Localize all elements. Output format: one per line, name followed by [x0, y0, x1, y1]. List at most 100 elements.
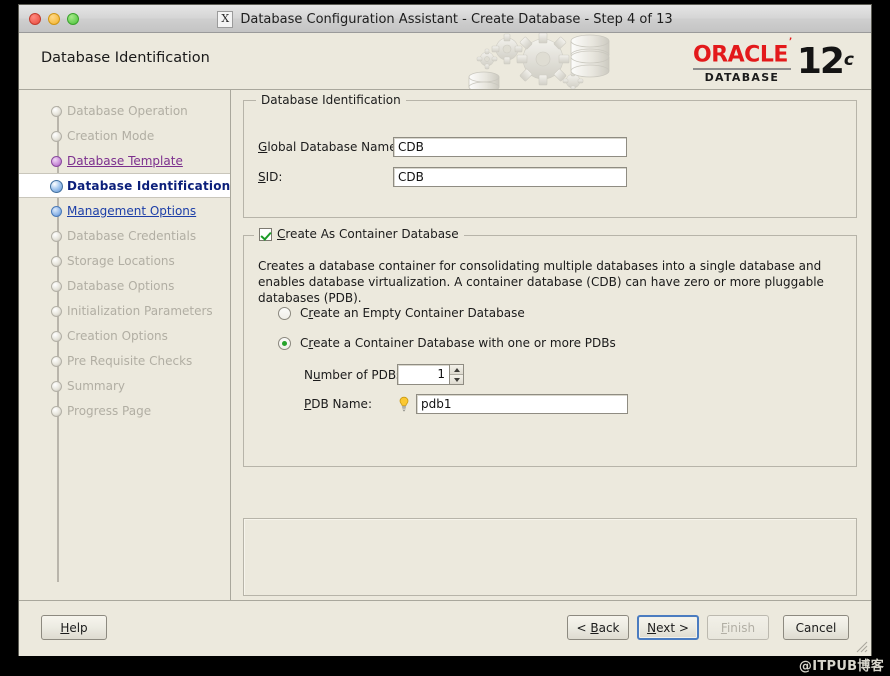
x-window-icon: X	[217, 10, 234, 28]
step-dot-icon	[51, 280, 62, 292]
content-area: Database Operation Creation Mode Databas…	[19, 90, 871, 600]
step-dot-icon	[51, 230, 62, 242]
sidebar-item-label: Summary	[67, 378, 125, 393]
help-button[interactable]: Help	[41, 615, 107, 640]
back-button[interactable]: < Back	[567, 615, 629, 640]
next-button[interactable]: Next >	[637, 615, 699, 640]
step-dot-icon	[50, 179, 63, 193]
sidebar-item-creation-mode[interactable]: Creation Mode	[19, 123, 230, 148]
next-button-label: Next >	[647, 620, 689, 635]
global-db-name-input[interactable]: CDB	[393, 137, 627, 157]
radio-create-container-database-with-pdbs[interactable]: Create a Container Database with one or …	[278, 336, 616, 350]
number-of-pdbs-stepper[interactable]: 1	[397, 364, 464, 385]
sidebar-item-database-options[interactable]: Database Options	[19, 273, 230, 298]
stepper-down-button[interactable]	[450, 375, 463, 384]
stepper-buttons[interactable]	[449, 364, 464, 385]
number-of-pdbs-value[interactable]: 1	[397, 364, 449, 385]
radio-create-empty-container-database[interactable]: Create an Empty Container Database	[278, 306, 525, 320]
sidebar-item-label: Progress Page	[67, 403, 152, 418]
application-window: X Database Configuration Assistant - Cre…	[18, 4, 872, 656]
sidebar-item-progress-page[interactable]: Progress Page	[19, 398, 230, 423]
database-identification-group: Database Identification Global Database …	[243, 93, 857, 218]
sidebar-item-storage-locations[interactable]: Storage Locations	[19, 248, 230, 273]
container-database-description: Creates a database container for consoli…	[258, 259, 824, 305]
step-dot-icon	[51, 380, 62, 392]
finish-button[interactable]: Finish	[707, 615, 769, 640]
screen: X Database Configuration Assistant - Cre…	[0, 0, 890, 676]
sid-label: SID:	[258, 170, 283, 184]
wizard-steps-sidebar: Database Operation Creation Mode Databas…	[19, 90, 231, 600]
gears-graphic	[468, 33, 610, 89]
step-dot-icon	[51, 255, 62, 267]
step-dot-icon	[51, 405, 62, 417]
step-dot-icon	[51, 355, 62, 367]
sidebar-item-label: Database Identification	[67, 178, 231, 193]
step-dot-icon	[51, 330, 62, 342]
sidebar-item-label: Initialization Parameters	[67, 303, 213, 318]
message-area	[243, 518, 857, 596]
oracle-product-text: DATABASE	[704, 70, 780, 84]
sidebar-item-database-credentials[interactable]: Database Credentials	[19, 223, 230, 248]
pdb-name-label: PDB Name:	[304, 397, 372, 411]
oracle-brand-text: ORACLE’	[693, 37, 792, 68]
sidebar-item-creation-options[interactable]: Creation Options	[19, 323, 230, 348]
checkbox-icon[interactable]	[259, 227, 272, 241]
create-as-container-database-checkbox-row[interactable]: Create As Container Database	[254, 227, 464, 241]
finish-button-label: Finish	[720, 620, 756, 635]
container-database-group: Create As Container Database Creates a d…	[243, 227, 857, 467]
sidebar-item-label: Database Template	[67, 153, 183, 168]
cancel-button-label: Cancel	[795, 620, 837, 635]
radio-icon[interactable]	[278, 336, 291, 350]
sidebar-item-database-template[interactable]: Database Template	[19, 148, 230, 173]
sidebar-item-label: Database Operation	[67, 103, 188, 118]
step-dot-icon	[51, 305, 62, 317]
page-title: Database Identification	[41, 50, 210, 66]
global-db-name-label: Global Database Name:	[258, 140, 401, 154]
help-button-label: Help	[60, 620, 88, 635]
chevron-down-icon	[453, 377, 460, 382]
chevron-up-icon	[453, 367, 460, 372]
sidebar-item-database-operation[interactable]: Database Operation	[19, 98, 230, 123]
oracle-logo: ORACLE’ DATABASE 12 c	[693, 37, 854, 85]
logo-divider	[693, 67, 791, 70]
stepper-up-button[interactable]	[450, 365, 463, 375]
create-as-container-database-label: Create As Container Database	[277, 227, 459, 241]
sidebar-item-label: Storage Locations	[67, 253, 175, 268]
sidebar-item-initialization-parameters[interactable]: Initialization Parameters	[19, 298, 230, 323]
step-dot-icon	[51, 130, 62, 142]
title-bar: X Database Configuration Assistant - Cre…	[19, 5, 871, 33]
step-dot-icon	[51, 105, 62, 117]
version-number: 12	[796, 41, 845, 82]
sid-input[interactable]: CDB	[393, 167, 627, 187]
trademark-mark: ’	[788, 37, 792, 48]
sidebar-item-label: Management Options	[67, 203, 197, 218]
window-title: Database Configuration Assistant - Creat…	[240, 11, 673, 27]
sidebar-item-label: Creation Mode	[67, 128, 155, 143]
sidebar-item-label: Database Credentials	[67, 228, 197, 243]
main-panel: Database Identification Global Database …	[231, 90, 871, 600]
pdb-name-input[interactable]: pdb1	[416, 394, 628, 414]
version-edition: c	[843, 50, 854, 70]
sidebar-item-summary[interactable]: Summary	[19, 373, 230, 398]
title-bar-content: X Database Configuration Assistant - Cre…	[19, 5, 871, 33]
sidebar-item-pre-requisite-checks[interactable]: Pre Requisite Checks	[19, 348, 230, 373]
sidebar-item-label: Creation Options	[67, 328, 168, 343]
watermark: @ITPUB博客	[798, 659, 884, 674]
sidebar-item-label: Database Options	[67, 278, 175, 293]
sidebar-item-management-options[interactable]: Management Options	[19, 198, 230, 223]
radio-icon[interactable]	[278, 306, 291, 320]
group-legend: Database Identification	[256, 93, 406, 107]
lightbulb-icon	[397, 396, 411, 412]
radio-label: Create a Container Database with one or …	[300, 336, 616, 350]
resize-grip[interactable]	[854, 639, 868, 653]
radio-label: Create an Empty Container Database	[300, 306, 525, 320]
sidebar-item-database-identification[interactable]: Database Identification	[19, 173, 230, 198]
page-banner: Database Identification ORACLE’ DATABASE…	[19, 33, 871, 90]
number-of-pdbs-label: Number of PDBs:	[304, 367, 407, 382]
step-dot-icon	[51, 205, 62, 217]
cancel-button[interactable]: Cancel	[783, 615, 849, 640]
step-dot-icon	[51, 155, 62, 167]
sidebar-item-label: Pre Requisite Checks	[67, 353, 193, 368]
oracle-wordmark: ORACLE’ DATABASE	[693, 37, 792, 84]
back-button-label: < Back	[576, 620, 620, 635]
